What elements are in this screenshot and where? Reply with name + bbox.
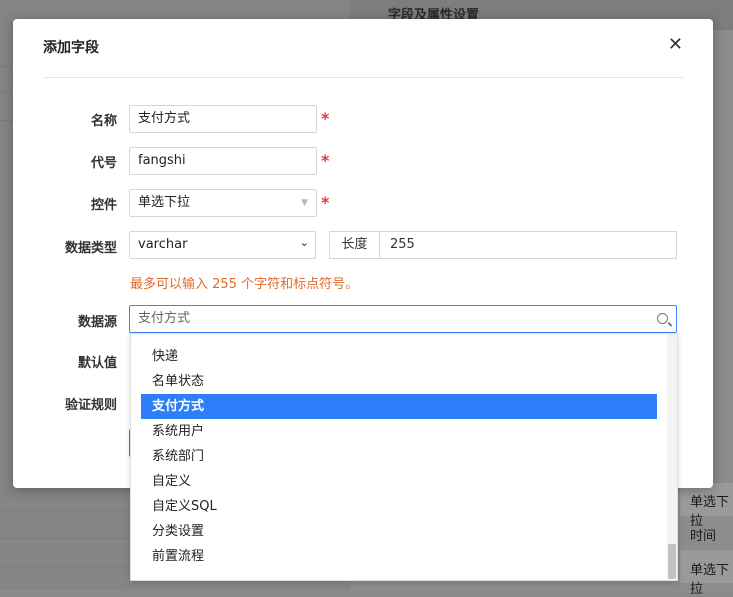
- dropdown-option[interactable]: 分类设置: [141, 519, 657, 544]
- required-mark: *: [321, 151, 330, 170]
- search-icon: [657, 313, 668, 324]
- dropdown-option[interactable]: 系统用户: [141, 419, 657, 444]
- datatype-label: 数据类型: [64, 241, 117, 256]
- bg-cell-text: 时间: [690, 529, 717, 544]
- length-input[interactable]: 255: [379, 231, 677, 259]
- length-label: 长度: [329, 231, 379, 259]
- dialog-divider: [43, 77, 683, 78]
- control-select[interactable]: 单选下拉 ▼: [129, 189, 317, 217]
- required-mark: *: [321, 193, 330, 212]
- dropdown-option[interactable]: 自定义: [141, 469, 657, 494]
- bg-cell-text: 单选下拉: [690, 563, 730, 597]
- dropdown-option[interactable]: 前置流程: [141, 544, 657, 569]
- control-select-value: 单选下拉: [138, 195, 191, 210]
- chevron-down-icon: ⌄: [299, 236, 309, 249]
- dropdown-option[interactable]: 系统部门: [141, 444, 657, 469]
- code-label: 代号: [90, 156, 117, 171]
- close-icon[interactable]: ✕: [668, 35, 683, 55]
- scrollbar-thumb[interactable]: [668, 544, 676, 579]
- dropdown-option[interactable]: 快递: [141, 344, 657, 369]
- dropdown-scrollbar[interactable]: [667, 334, 677, 580]
- datatype-select[interactable]: varchar ⌄: [129, 231, 316, 259]
- name-label: 名称: [90, 114, 117, 129]
- dropdown-option[interactable]: 自定义SQL: [141, 494, 657, 519]
- chevron-down-icon: ▼: [301, 198, 308, 208]
- datasource-dropdown[interactable]: 快递 名单状态 支付方式 系统用户 系统部门 自定义 自定义SQL 分类设置 前…: [130, 333, 678, 581]
- control-label: 控件: [90, 198, 117, 213]
- bg-cell-text: 单选下拉: [690, 495, 730, 529]
- datasource-search-input[interactable]: 支付方式: [129, 305, 677, 333]
- name-input[interactable]: 支付方式: [129, 105, 317, 133]
- datasource-search-value: 支付方式: [138, 311, 191, 326]
- dropdown-option[interactable]: 名单状态: [141, 369, 657, 394]
- dropdown-option-selected[interactable]: 支付方式: [141, 394, 657, 419]
- length-hint: 最多可以输入 255 个字符和标点符号。: [130, 277, 359, 292]
- code-input[interactable]: fangshi: [129, 147, 317, 175]
- validation-label: 验证规则: [64, 398, 117, 413]
- dialog-title: 添加字段: [43, 40, 99, 56]
- datasource-label: 数据源: [77, 315, 117, 330]
- datatype-select-value: varchar: [138, 237, 188, 252]
- required-mark: *: [321, 109, 330, 128]
- default-value-label: 默认值: [77, 356, 117, 371]
